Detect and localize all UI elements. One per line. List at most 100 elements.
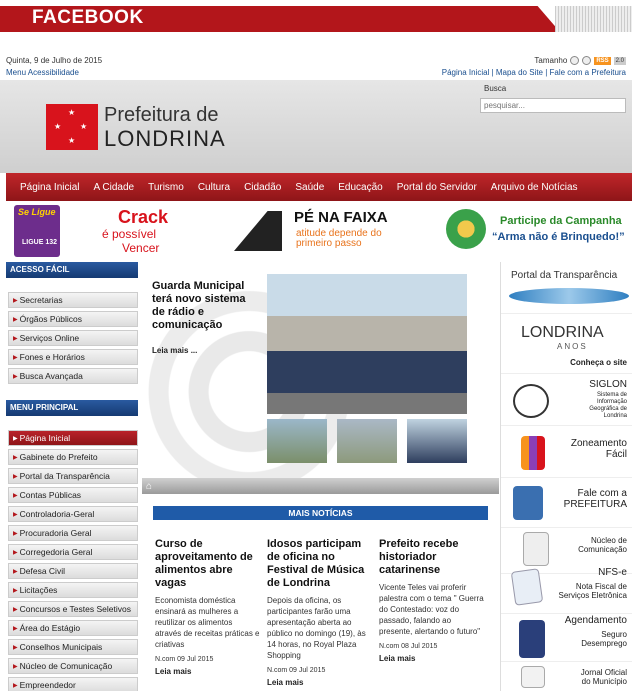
pe-na-faixa-banner[interactable]: PÉ NA FAIXA atitude depende do primeiro p… [234, 205, 404, 257]
sidebar-item-busca-avancada[interactable]: Busca Avançada [8, 368, 138, 384]
facebook-title[interactable]: FACEBOOK [32, 7, 144, 29]
anos-text: ANOS [557, 342, 588, 351]
search-label: Busca [484, 84, 507, 93]
home-icon[interactable]: ⌂ [146, 481, 152, 492]
news-description: Vicente Teles vai proferir palestra com … [379, 583, 484, 636]
nav-item-portal-servidor[interactable]: Portal do Servidor [397, 182, 477, 193]
nav-item-cultura[interactable]: Cultura [198, 182, 230, 193]
nucleo-line1: Núcleo de [590, 536, 627, 545]
sidebar-item-contas[interactable]: Contas Públicas [8, 487, 138, 503]
ligue-number: LIGUE 132 [22, 239, 58, 246]
nav-item-educacao[interactable]: Educação [338, 182, 382, 193]
thumbnail-2[interactable] [337, 419, 397, 463]
news-read-more[interactable]: Leia mais [379, 654, 484, 663]
jornal-text: Jornal Oficial do Município [581, 668, 627, 686]
main-content: Guarda Municipal terá novo sistema de rá… [142, 262, 499, 691]
agendamento-line2: Seguro [601, 630, 627, 639]
sidebar-item-defesa-civil[interactable]: Defesa Civil [8, 563, 138, 579]
siglon-subtitle: Sistema de Informação Geográfica de Lond… [589, 392, 627, 419]
sidebar-item-pagina-inicial[interactable]: Página Inicial [8, 430, 138, 446]
crack-banner[interactable]: Se Ligue LIGUE 132 Crack é possível Venc… [14, 205, 214, 257]
news-meta: N.com 09 Jul 2015 [267, 667, 326, 674]
jornal-line1: Jornal Oficial [580, 668, 627, 677]
siglon-link[interactable]: SIGLON Sistema de Informação Geográfica … [501, 376, 632, 426]
news-title[interactable]: Idosos participam de oficina no Festival… [267, 538, 372, 590]
font-size-controls: Tamanho RSS 2.0 [534, 56, 626, 65]
accessibility-menu-link[interactable]: Menu Acessibilidade [6, 68, 79, 77]
news-item: Curso de aproveitamento de alimentos abr… [155, 538, 260, 676]
sidebar-item-licitacoes[interactable]: Licitações [8, 582, 138, 598]
zoneamento-line1: Zoneamento [570, 438, 627, 449]
nav-item-arquivo-noticias[interactable]: Arquivo de Notícias [491, 182, 578, 193]
logo-text-londrina[interactable]: LONDRINA [104, 126, 226, 152]
pe-na-faixa-title: PÉ NA FAIXA [294, 209, 388, 226]
city-flag-logo[interactable]: ★ ★ ★ ★ [46, 104, 98, 150]
sidebar-item-secretarias[interactable]: Secretarias [8, 292, 138, 308]
globe-icon [513, 384, 549, 418]
facebook-pattern [555, 6, 632, 32]
rss-icon[interactable]: RSS [594, 56, 611, 65]
fale-line2: PREFEITURA [563, 499, 627, 510]
zoneamento-line2: Fácil [605, 449, 627, 460]
nav-item-saude[interactable]: Saúde [295, 182, 324, 193]
crack-title: Crack [118, 207, 169, 227]
xml-icon[interactable]: 2.0 [613, 56, 626, 65]
sidebar-item-gabinete[interactable]: Gabinete do Prefeito [8, 449, 138, 465]
zoneamento-link[interactable]: Zoneamento Fácil [501, 428, 632, 478]
sidebar-item-conselhos[interactable]: Conselhos Municipais [8, 639, 138, 655]
sidebar-item-transparencia[interactable]: Portal da Transparência [8, 468, 138, 484]
fale-text: Fale com a PREFEITURA [564, 488, 627, 510]
sidebar-item-controladoria[interactable]: Controladoria-Geral [8, 506, 138, 522]
jornal-oficial-link[interactable]: Jornal Oficial do Município [501, 662, 632, 691]
wave-icon [509, 288, 629, 304]
search-input[interactable] [480, 98, 626, 113]
nav-item-pagina-inicial[interactable]: Página Inicial [20, 182, 79, 193]
sidebar-item-nucleo[interactable]: Núcleo de Comunicação [8, 658, 138, 674]
sidebar-item-orgaos[interactable]: Órgãos Públicos [8, 311, 138, 327]
agendamento-line3: Desemprego [581, 639, 627, 648]
logo-text-prefeitura[interactable]: Prefeitura de [104, 104, 219, 127]
news-meta: N.com 09 Jul 2015 [155, 656, 214, 663]
font-increase-icon[interactable] [582, 56, 592, 65]
sidebar-item-fones[interactable]: Fones e Horários [8, 349, 138, 365]
fale-prefeitura-link[interactable]: Fale com a PREFEITURA [501, 478, 632, 528]
nucleo-line2: Comunicação [578, 545, 627, 554]
thumbnail-1[interactable] [267, 419, 327, 463]
nav-item-a-cidade[interactable]: A Cidade [93, 182, 134, 193]
fale-line1: Fale com a [577, 488, 627, 499]
news-title[interactable]: Curso de aproveitamento de alimentos abr… [155, 538, 260, 590]
sidebar-item-procuradoria[interactable]: Procuradoria Geral [8, 525, 138, 541]
sidebar-item-servicos-online[interactable]: Serviços Online [8, 330, 138, 346]
sidebar-item-concursos[interactable]: Concursos e Testes Seletivos [8, 601, 138, 617]
ligue-badge: Se Ligue LIGUE 132 [14, 205, 60, 257]
news-read-more[interactable]: Leia mais [267, 678, 372, 687]
portal-transparencia-link[interactable]: Portal da Transparência [501, 262, 632, 314]
sidebar-item-corregedoria[interactable]: Corregedoria Geral [8, 544, 138, 560]
pe-na-faixa-slogan-line2: primeiro passo [296, 238, 362, 249]
thumbnail-3[interactable] [407, 419, 467, 463]
featured-photo[interactable] [267, 274, 467, 414]
featured-read-more[interactable]: Leia mais ... [152, 346, 197, 355]
sidebar-item-empreendedor[interactable]: Empreendedor [8, 677, 138, 691]
nav-item-turismo[interactable]: Turismo [148, 182, 184, 193]
nav-item-cidadao[interactable]: Cidadão [244, 182, 281, 193]
featured-title[interactable]: Guarda Municipal terá novo sistema de rá… [152, 280, 252, 332]
news-meta: N.com 08 Jul 2015 [379, 643, 438, 650]
agendamento-link[interactable]: Agendamento Seguro Desemprego [501, 612, 632, 662]
news-item: Idosos participam de oficina no Festival… [267, 538, 372, 687]
arma-banner[interactable]: Participe da Campanha “Arma não é Brinqu… [442, 205, 632, 257]
news-read-more[interactable]: Leia mais [155, 667, 260, 676]
mais-noticias-header: MAIS NOTÍCIAS [153, 506, 488, 520]
agendamento-subtitle: Seguro Desemprego [581, 630, 627, 648]
nucleo-text: Núcleo de Comunicação [578, 536, 627, 554]
font-size-label: Tamanho [534, 56, 568, 65]
news-description: Depois da oficina, os participantes farã… [267, 596, 366, 660]
font-decrease-icon[interactable] [570, 56, 580, 65]
sidebar-item-estagio[interactable]: Área do Estágio [8, 620, 138, 636]
page: FACEBOOK Quinta, 9 de Julho de 2015 Menu… [0, 0, 632, 691]
news-title[interactable]: Prefeito recebe historiador catarinense [379, 538, 484, 577]
nfse-link[interactable]: NFS-e Nota Fiscal de Serviços Eletrônica [501, 562, 632, 614]
top-links[interactable]: Página Inicial | Mapa do Site | Fale com… [442, 68, 626, 77]
newspaper-icon [521, 666, 545, 688]
londrina-anos-link[interactable]: LONDRINA ANOS Conheça o site [501, 318, 632, 374]
